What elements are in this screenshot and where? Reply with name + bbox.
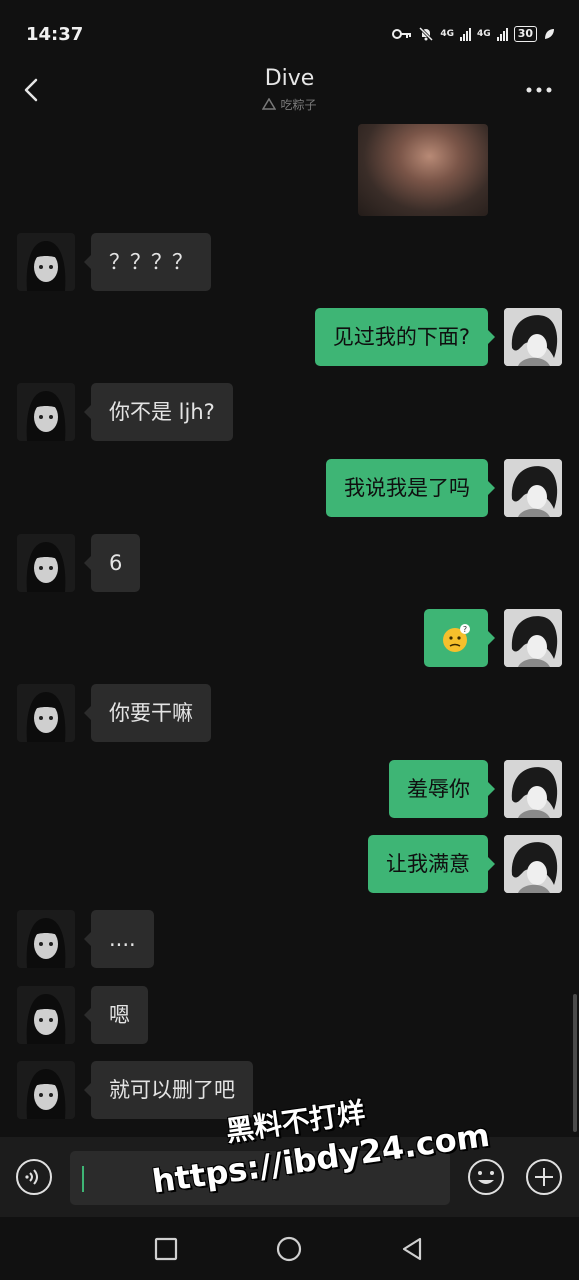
recents-button[interactable] bbox=[152, 1235, 180, 1263]
more-dots-icon bbox=[526, 87, 552, 93]
emoji-button[interactable] bbox=[467, 1158, 505, 1196]
received-message-bubble[interactable]: 嗯 bbox=[84, 986, 148, 1044]
avatar-image bbox=[504, 609, 562, 667]
circle-icon bbox=[276, 1236, 302, 1262]
sent-message-bubble[interactable]: 见过我的下面? bbox=[314, 308, 496, 366]
my-avatar[interactable] bbox=[504, 835, 562, 893]
received-message-bubble[interactable]: .... bbox=[84, 910, 154, 968]
sent-emoji-bubble[interactable]: ? bbox=[424, 609, 495, 667]
avatar-image bbox=[17, 910, 75, 968]
voice-input-button[interactable] bbox=[15, 1158, 53, 1196]
leaf-icon bbox=[545, 29, 554, 39]
smiley-icon bbox=[468, 1159, 504, 1195]
chat-subtitle-text: 吃粽子 bbox=[280, 98, 317, 112]
svg-text:?: ? bbox=[463, 625, 467, 634]
avatar-image bbox=[17, 684, 75, 742]
received-message-bubble[interactable]: 你不是 ljh? bbox=[84, 383, 233, 441]
contact-avatar[interactable] bbox=[17, 910, 75, 968]
confused-face-icon: ? bbox=[443, 624, 470, 652]
avatar-image bbox=[504, 760, 562, 818]
avatar-image bbox=[17, 383, 75, 441]
sent-message-bubble[interactable]: 让我满意 bbox=[368, 835, 495, 893]
avatar-image bbox=[504, 835, 562, 893]
network-label-1: 4G bbox=[440, 29, 455, 39]
contact-avatar[interactable] bbox=[17, 383, 75, 441]
contact-avatar[interactable] bbox=[17, 534, 75, 592]
chat-subtitle: 吃粽子 bbox=[0, 96, 579, 113]
contact-avatar[interactable] bbox=[17, 233, 75, 291]
image-message[interactable] bbox=[358, 124, 488, 216]
received-message-bubble[interactable]: 6 bbox=[83, 534, 141, 592]
chat-title: Dive bbox=[264, 66, 315, 91]
my-avatar[interactable] bbox=[504, 459, 562, 517]
home-button[interactable] bbox=[275, 1235, 303, 1263]
status-bar: 14:37 4G 4G 30 bbox=[0, 0, 579, 70]
avatar-image bbox=[17, 986, 75, 1044]
avatar-image bbox=[504, 308, 562, 366]
chat-header: Dive 吃粽子 bbox=[0, 62, 579, 118]
received-message-bubble[interactable]: 就可以删了吧 bbox=[84, 1061, 253, 1119]
plus-icon bbox=[526, 1159, 562, 1195]
my-avatar[interactable] bbox=[504, 760, 562, 818]
triangle-back-icon bbox=[402, 1237, 422, 1261]
avatar-image bbox=[17, 233, 75, 291]
status-time: 14:37 bbox=[26, 24, 84, 45]
contact-avatar[interactable] bbox=[17, 1061, 75, 1119]
text-caret bbox=[82, 1166, 84, 1192]
more-options-button[interactable] bbox=[523, 80, 555, 100]
avatar-image bbox=[17, 1061, 75, 1119]
status-icons: 4G 4G 30 bbox=[392, 26, 555, 42]
my-avatar[interactable] bbox=[504, 609, 562, 667]
received-message-bubble[interactable]: ？？？？ bbox=[84, 233, 211, 291]
signal-icon bbox=[460, 27, 472, 41]
system-nav-bar bbox=[0, 1217, 579, 1280]
status-icon bbox=[262, 97, 277, 110]
message-input-bar bbox=[0, 1137, 579, 1217]
my-avatar[interactable] bbox=[504, 308, 562, 366]
back-nav-button[interactable] bbox=[398, 1235, 426, 1263]
voice-icon bbox=[16, 1159, 52, 1195]
received-message-bubble[interactable]: 你要干嘛 bbox=[84, 684, 211, 742]
square-icon bbox=[154, 1237, 178, 1261]
chat-scrollbar[interactable] bbox=[573, 994, 577, 1132]
contact-avatar[interactable] bbox=[17, 986, 75, 1044]
avatar-image bbox=[17, 534, 75, 592]
battery-icon: 30 bbox=[513, 26, 537, 42]
sent-message-bubble[interactable]: 羞辱你 bbox=[389, 760, 495, 818]
network-label-2: 4G bbox=[477, 29, 491, 39]
signal-icon-2 bbox=[496, 27, 508, 41]
sent-message-bubble[interactable]: 我说我是了吗 bbox=[326, 459, 495, 517]
contact-avatar[interactable] bbox=[17, 684, 75, 742]
more-actions-button[interactable] bbox=[525, 1158, 563, 1196]
message-text-input[interactable] bbox=[70, 1151, 450, 1205]
key-icon bbox=[392, 29, 412, 39]
avatar-image bbox=[504, 459, 562, 517]
mute-bell-icon bbox=[419, 26, 434, 42]
